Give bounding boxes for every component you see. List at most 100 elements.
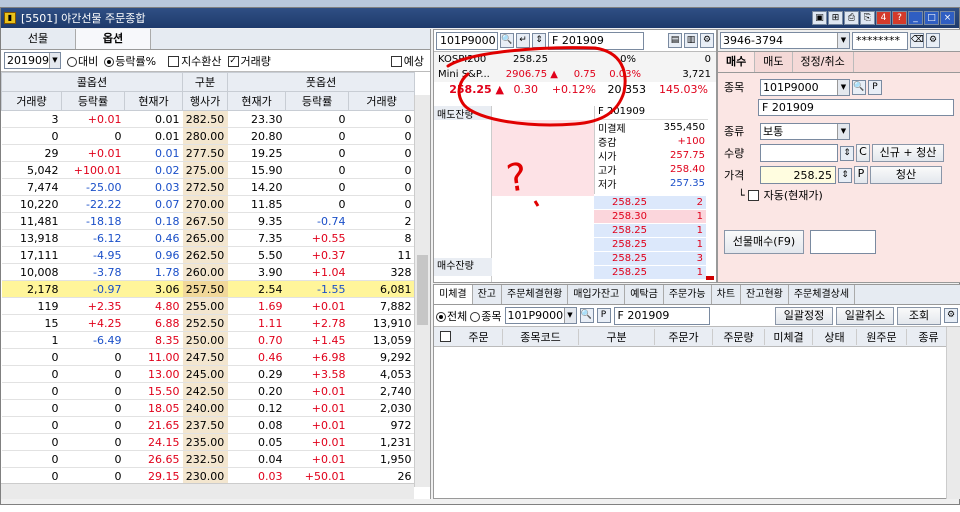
chain-cell[interactable]: 1,231: [348, 433, 415, 451]
chain-cell[interactable]: 0: [1, 382, 62, 400]
chain-cell[interactable]: +0.01: [285, 297, 349, 315]
query-button[interactable]: 조회: [897, 306, 941, 325]
chain-cell[interactable]: 23.30: [227, 110, 286, 128]
chain-row[interactable]: 0 0 24.15 235.00 0.05 +0.01 1,231: [1, 433, 415, 451]
orders-col-header[interactable]: 주문량: [713, 328, 765, 345]
chain-cell[interactable]: 119: [1, 297, 62, 315]
bulk-cancel-button[interactable]: 일괄취소: [836, 306, 894, 325]
chain-row[interactable]: 3 +0.01 0.01 282.50 23.30 0 0: [1, 110, 415, 128]
chain-cell[interactable]: -6.12: [61, 229, 125, 247]
tab-sell[interactable]: 매도: [755, 52, 793, 72]
chain-cell[interactable]: 0: [61, 127, 125, 145]
chain-cell[interactable]: 26.65: [124, 450, 183, 468]
month-select[interactable]: 201909 ▼: [4, 52, 61, 69]
chain-cell[interactable]: 0: [285, 178, 349, 196]
tab-futures[interactable]: 선물: [1, 29, 76, 49]
strike-cell[interactable]: 245.00: [182, 365, 228, 383]
chain-cell[interactable]: 0: [1, 127, 62, 145]
chain-cell[interactable]: 0: [61, 433, 125, 451]
chain-cell[interactable]: 972: [348, 416, 415, 434]
chain-cell[interactable]: 0.04: [227, 450, 286, 468]
strike-cell[interactable]: 242.50: [182, 382, 228, 400]
chain-cell[interactable]: +0.01: [285, 433, 349, 451]
chain-cell[interactable]: 0.18: [124, 212, 183, 230]
chain-cell[interactable]: 0.08: [227, 416, 286, 434]
volume-checkbox[interactable]: ✓ 거래량: [227, 53, 271, 69]
chain-cell[interactable]: 0.46: [227, 348, 286, 366]
chain-row[interactable]: 0 0 26.65 232.50 0.04 +0.01 1,950: [1, 450, 415, 468]
help-button[interactable]: ?: [892, 11, 907, 25]
chain-cell[interactable]: -25.00: [61, 178, 125, 196]
chain-row[interactable]: 15 +4.25 6.88 252.50 1.11 +2.78 13,910: [1, 314, 415, 332]
spin-icon[interactable]: ⇕: [532, 33, 546, 48]
chain-row[interactable]: 0 0 18.05 240.00 0.12 +0.01 2,030: [1, 399, 415, 417]
bid-price[interactable]: 258.25: [597, 267, 647, 278]
chain-cell[interactable]: +0.01: [285, 399, 349, 417]
chain-cell[interactable]: 2,178: [1, 280, 62, 298]
chain-cell[interactable]: 15.50: [124, 382, 183, 400]
chain-cell[interactable]: 5,042: [1, 161, 62, 179]
chain-cell[interactable]: 0.05: [227, 433, 286, 451]
bid-row[interactable]: 258.25 1: [594, 238, 706, 252]
mini-sp-label[interactable]: Mini S&P...: [434, 69, 496, 80]
chain-cell[interactable]: -3.78: [61, 263, 125, 281]
orders-tab[interactable]: 매입가잔고: [568, 285, 626, 304]
c-button[interactable]: C: [856, 144, 870, 162]
bulk-modify-button[interactable]: 일괄정정: [775, 306, 833, 325]
chain-row[interactable]: 0 0 11.00 247.50 0.46 +6.98 9,292: [1, 348, 415, 366]
chain-cell[interactable]: +4.25: [61, 314, 125, 332]
chain-cell[interactable]: 0: [348, 144, 415, 162]
orders-col-header[interactable]: 원주문: [857, 328, 907, 345]
chain-cell[interactable]: 0: [285, 144, 349, 162]
tab-buy[interactable]: 매수: [718, 52, 756, 72]
chain-cell[interactable]: 0: [61, 450, 125, 468]
orders-tab[interactable]: 잔고현황: [741, 285, 789, 304]
chain-row[interactable]: 10,220 -22.22 0.07 270.00 11.85 0 0: [1, 195, 415, 213]
chain-cell[interactable]: -0.97: [61, 280, 125, 298]
chain-cell[interactable]: 0: [61, 467, 125, 485]
bid-price[interactable]: 258.25: [597, 225, 647, 236]
orders-col-header[interactable]: 종목코드: [503, 328, 579, 345]
gear-icon[interactable]: ⚙: [700, 33, 714, 48]
chain-cell[interactable]: 6.88: [124, 314, 183, 332]
chain-cell[interactable]: 0: [61, 382, 125, 400]
chain-row[interactable]: 7,474 -25.00 0.03 272.50 14.20 0 0: [1, 178, 415, 196]
radio-item[interactable]: 종목: [470, 308, 502, 324]
chain-cell[interactable]: 10,220: [1, 195, 62, 213]
strike-cell[interactable]: 235.00: [182, 433, 228, 451]
chain-cell[interactable]: 0.02: [124, 161, 183, 179]
strike-cell[interactable]: 272.50: [182, 178, 228, 196]
strike-cell[interactable]: 260.00: [182, 263, 228, 281]
chain-row[interactable]: 10,008 -3.78 1.78 260.00 3.90 +1.04 328: [1, 263, 415, 281]
qty-input[interactable]: [760, 144, 838, 162]
chain-cell[interactable]: +2.78: [285, 314, 349, 332]
bid-price[interactable]: 258.25: [597, 253, 647, 264]
chain-cell[interactable]: +50.01: [285, 467, 349, 485]
strike-cell[interactable]: 255.00: [182, 297, 228, 315]
col-header[interactable]: 거래량: [348, 91, 416, 111]
chain-cell[interactable]: 19.25: [227, 144, 286, 162]
strike-cell[interactable]: 275.00: [182, 161, 228, 179]
strike-cell[interactable]: 282.50: [182, 110, 228, 128]
chain-cell[interactable]: 20.80: [227, 127, 286, 145]
col-header[interactable]: 현재가: [227, 91, 287, 111]
chain-cell[interactable]: 29.15: [124, 467, 183, 485]
chain-cell[interactable]: 0: [61, 399, 125, 417]
chain-row[interactable]: 0 0 15.50 242.50 0.20 +0.01 2,740: [1, 382, 415, 400]
strike-cell[interactable]: 280.00: [182, 127, 228, 145]
qty-spin-icon[interactable]: ⇕: [840, 145, 854, 161]
horizontal-scrollbar[interactable]: [1, 483, 414, 499]
print-icon[interactable]: ⎙: [844, 11, 859, 25]
chain-cell[interactable]: 0.12: [227, 399, 286, 417]
orders-col-header[interactable]: 주문가: [655, 328, 713, 345]
chain-cell[interactable]: 8: [348, 229, 415, 247]
orders-code-select[interactable]: 101P9000 ▼: [504, 307, 577, 324]
col-header[interactable]: 행사가: [182, 91, 229, 111]
chain-cell[interactable]: -4.95: [61, 246, 125, 264]
chain-cell[interactable]: 0: [1, 467, 62, 485]
orders-tab[interactable]: 주문가능: [664, 285, 712, 304]
chain-row[interactable]: 17,111 -4.95 0.96 262.50 5.50 +0.37 11: [1, 246, 415, 264]
chain-cell[interactable]: 0.03: [124, 178, 183, 196]
clear-button[interactable]: 청산: [870, 166, 942, 184]
chain-cell[interactable]: 0.01: [124, 127, 183, 145]
